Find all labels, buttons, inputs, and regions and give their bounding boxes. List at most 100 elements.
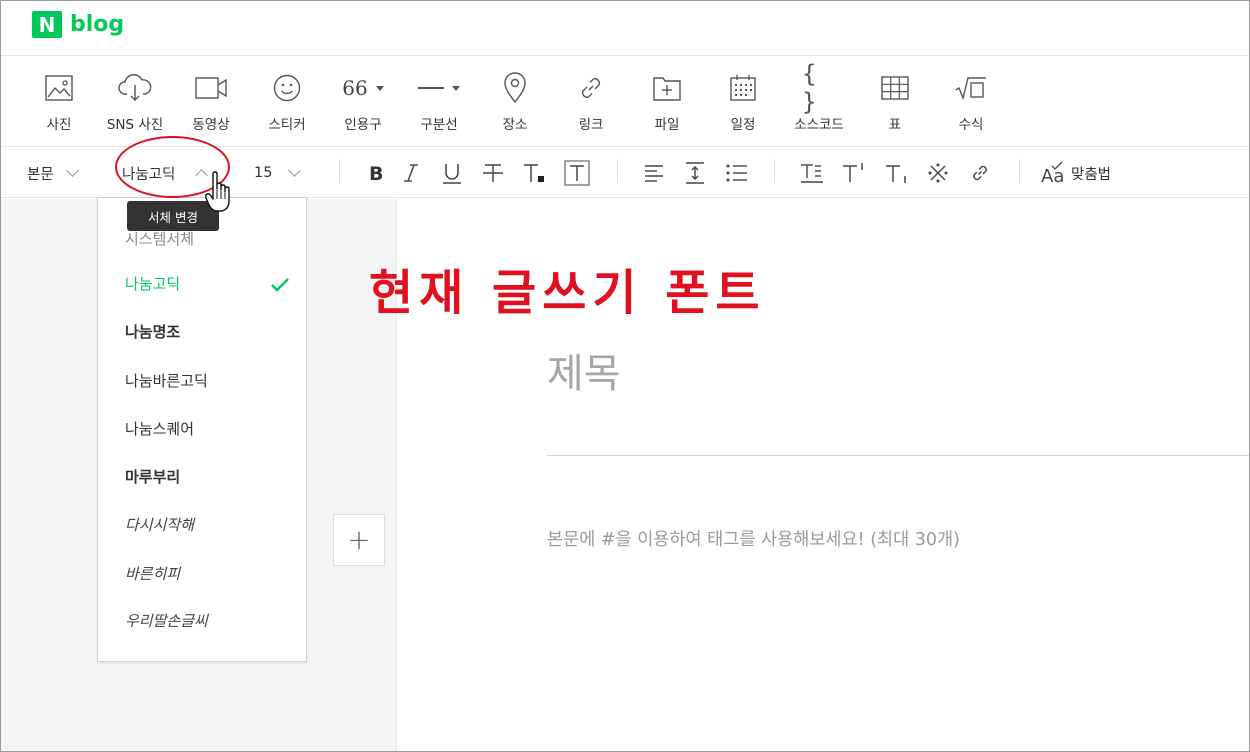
location-pin-icon	[498, 71, 532, 105]
insert-sns-photo-button[interactable]: SNS 사진	[97, 57, 173, 147]
naver-blog-logo[interactable]: N blog	[32, 11, 124, 38]
toolbar-divider	[339, 159, 340, 183]
insert-location-button[interactable]: 장소	[477, 57, 553, 147]
insert-location-label: 장소	[502, 117, 528, 133]
font-size-value: 15	[254, 165, 273, 181]
spellcheck-label: 맞춤법	[1071, 166, 1112, 183]
chevron-down-icon	[375, 85, 384, 91]
toolbar-divider	[1019, 159, 1020, 183]
background-color-icon	[564, 160, 590, 186]
list-button[interactable]	[722, 148, 752, 198]
insert-sticker-label: 스티커	[268, 117, 306, 133]
file-add-icon	[650, 71, 684, 105]
title-underline	[547, 455, 1249, 456]
quote-glyph: 66	[342, 76, 368, 100]
insert-table-button[interactable]: 표	[857, 57, 933, 147]
text-indent-button[interactable]	[797, 148, 827, 198]
bullet-list-icon	[726, 164, 747, 182]
hyperlink-button[interactable]	[965, 148, 995, 198]
font-color-icon	[524, 164, 544, 182]
insert-photo-label: 사진	[46, 117, 72, 133]
toolbar-divider	[617, 159, 618, 183]
subscript-button[interactable]	[882, 148, 912, 198]
italic-icon	[404, 164, 418, 182]
code-braces-icon: { }	[802, 60, 836, 116]
line-height-button[interactable]	[680, 148, 710, 198]
chevron-down-icon	[452, 85, 460, 91]
strikethrough-button[interactable]	[478, 148, 508, 198]
font-option[interactable]: 마루부리	[125, 466, 180, 487]
formula-icon	[954, 71, 988, 105]
insert-file-button[interactable]: 파일	[629, 57, 705, 147]
svg-text:B: B	[369, 163, 383, 184]
title-placeholder[interactable]: 제목	[547, 341, 621, 399]
font-option[interactable]: 나눔바른고딕	[125, 370, 208, 391]
special-character-icon	[928, 163, 948, 183]
insert-file-label: 파일	[654, 117, 680, 133]
font-option[interactable]: 시스템서체	[125, 228, 194, 249]
body-placeholder[interactable]: 본문에 #을 이용하여 태그를 사용해보세요! (최대 30개)	[547, 526, 960, 551]
insert-source-code-label: 소스코드	[794, 117, 844, 133]
align-button[interactable]	[639, 148, 669, 198]
insert-link-button[interactable]: 링크	[553, 57, 629, 147]
table-icon	[878, 71, 912, 105]
plus-icon: +	[347, 523, 371, 556]
insert-divider-button[interactable]: 구분선	[401, 57, 477, 147]
logo-text: blog	[70, 12, 125, 37]
calendar-icon	[726, 71, 760, 105]
superscript-icon	[843, 163, 863, 182]
font-option[interactable]: 다시시작해	[125, 514, 194, 535]
divider-icon	[413, 71, 465, 105]
insert-photo-button[interactable]: 사진	[21, 57, 97, 147]
smiley-icon	[270, 71, 304, 105]
insert-source-code-button[interactable]: { } 소스코드	[781, 57, 857, 147]
chevron-down-icon	[288, 164, 302, 177]
align-left-icon	[645, 165, 663, 182]
bold-button[interactable]: B	[361, 148, 391, 198]
font-option[interactable]: 우리딸손글씨	[125, 610, 208, 631]
font-color-button[interactable]	[519, 148, 549, 198]
insert-formula-button[interactable]: 수식	[933, 57, 1009, 147]
background-color-button[interactable]	[562, 148, 592, 198]
paragraph-style-value: 본문	[27, 166, 54, 183]
font-family-dropdown: 시스템서체 나눔고딕 나눔명조 나눔바른고딕 나눔스퀘어 마루부리 다시시작해 …	[97, 197, 307, 662]
italic-button[interactable]	[396, 148, 426, 198]
subscript-icon	[886, 165, 906, 183]
font-option[interactable]: 나눔스퀘어	[125, 418, 194, 439]
strikethrough-icon	[483, 164, 503, 182]
insert-quote-button[interactable]: 66 인용구	[325, 57, 401, 147]
insert-schedule-button[interactable]: 일정	[705, 57, 781, 147]
font-option-selected[interactable]: 나눔고딕	[125, 273, 180, 294]
bold-icon: B	[369, 163, 383, 184]
insert-link-label: 링크	[578, 117, 604, 133]
insert-schedule-label: 일정	[730, 117, 756, 133]
link-icon	[973, 165, 987, 181]
selected-check-icon	[271, 278, 289, 292]
insert-sticker-button[interactable]: 스티커	[249, 57, 325, 147]
chevron-down-icon	[65, 164, 79, 177]
underline-button[interactable]	[437, 148, 467, 198]
insert-video-label: 동영상	[192, 117, 230, 133]
quote-icon: 66	[337, 71, 389, 105]
superscript-button[interactable]	[839, 148, 869, 198]
editor-window: N blog 사진 SNS 사진 동영상 스티커 66 인용구 구분선 장소 링…	[0, 0, 1250, 752]
spellcheck-icon: Aa	[1041, 160, 1069, 186]
logo-badge: N	[32, 11, 62, 38]
insert-quote-label: 인용구	[344, 117, 382, 133]
font-option[interactable]: 바른히피	[125, 563, 180, 584]
line-height-icon	[686, 162, 704, 184]
special-character-button[interactable]	[923, 148, 953, 198]
insert-video-button[interactable]: 동영상	[173, 57, 249, 147]
photo-icon	[42, 71, 76, 105]
insert-divider-label: 구분선	[420, 117, 458, 133]
code-braces-glyph: { }	[802, 60, 816, 116]
text-indent-icon	[801, 164, 823, 183]
hand-cursor-icon	[204, 171, 230, 212]
toolbar-divider	[774, 159, 775, 183]
font-option[interactable]: 나눔명조	[125, 321, 180, 342]
divider-line	[418, 87, 444, 89]
font-size-select[interactable]: 15	[254, 148, 302, 198]
paragraph-style-select[interactable]: 본문	[27, 148, 79, 198]
add-component-button[interactable]: +	[333, 514, 385, 566]
spellcheck-button[interactable]: Aa 맞춤법	[1041, 148, 1111, 198]
